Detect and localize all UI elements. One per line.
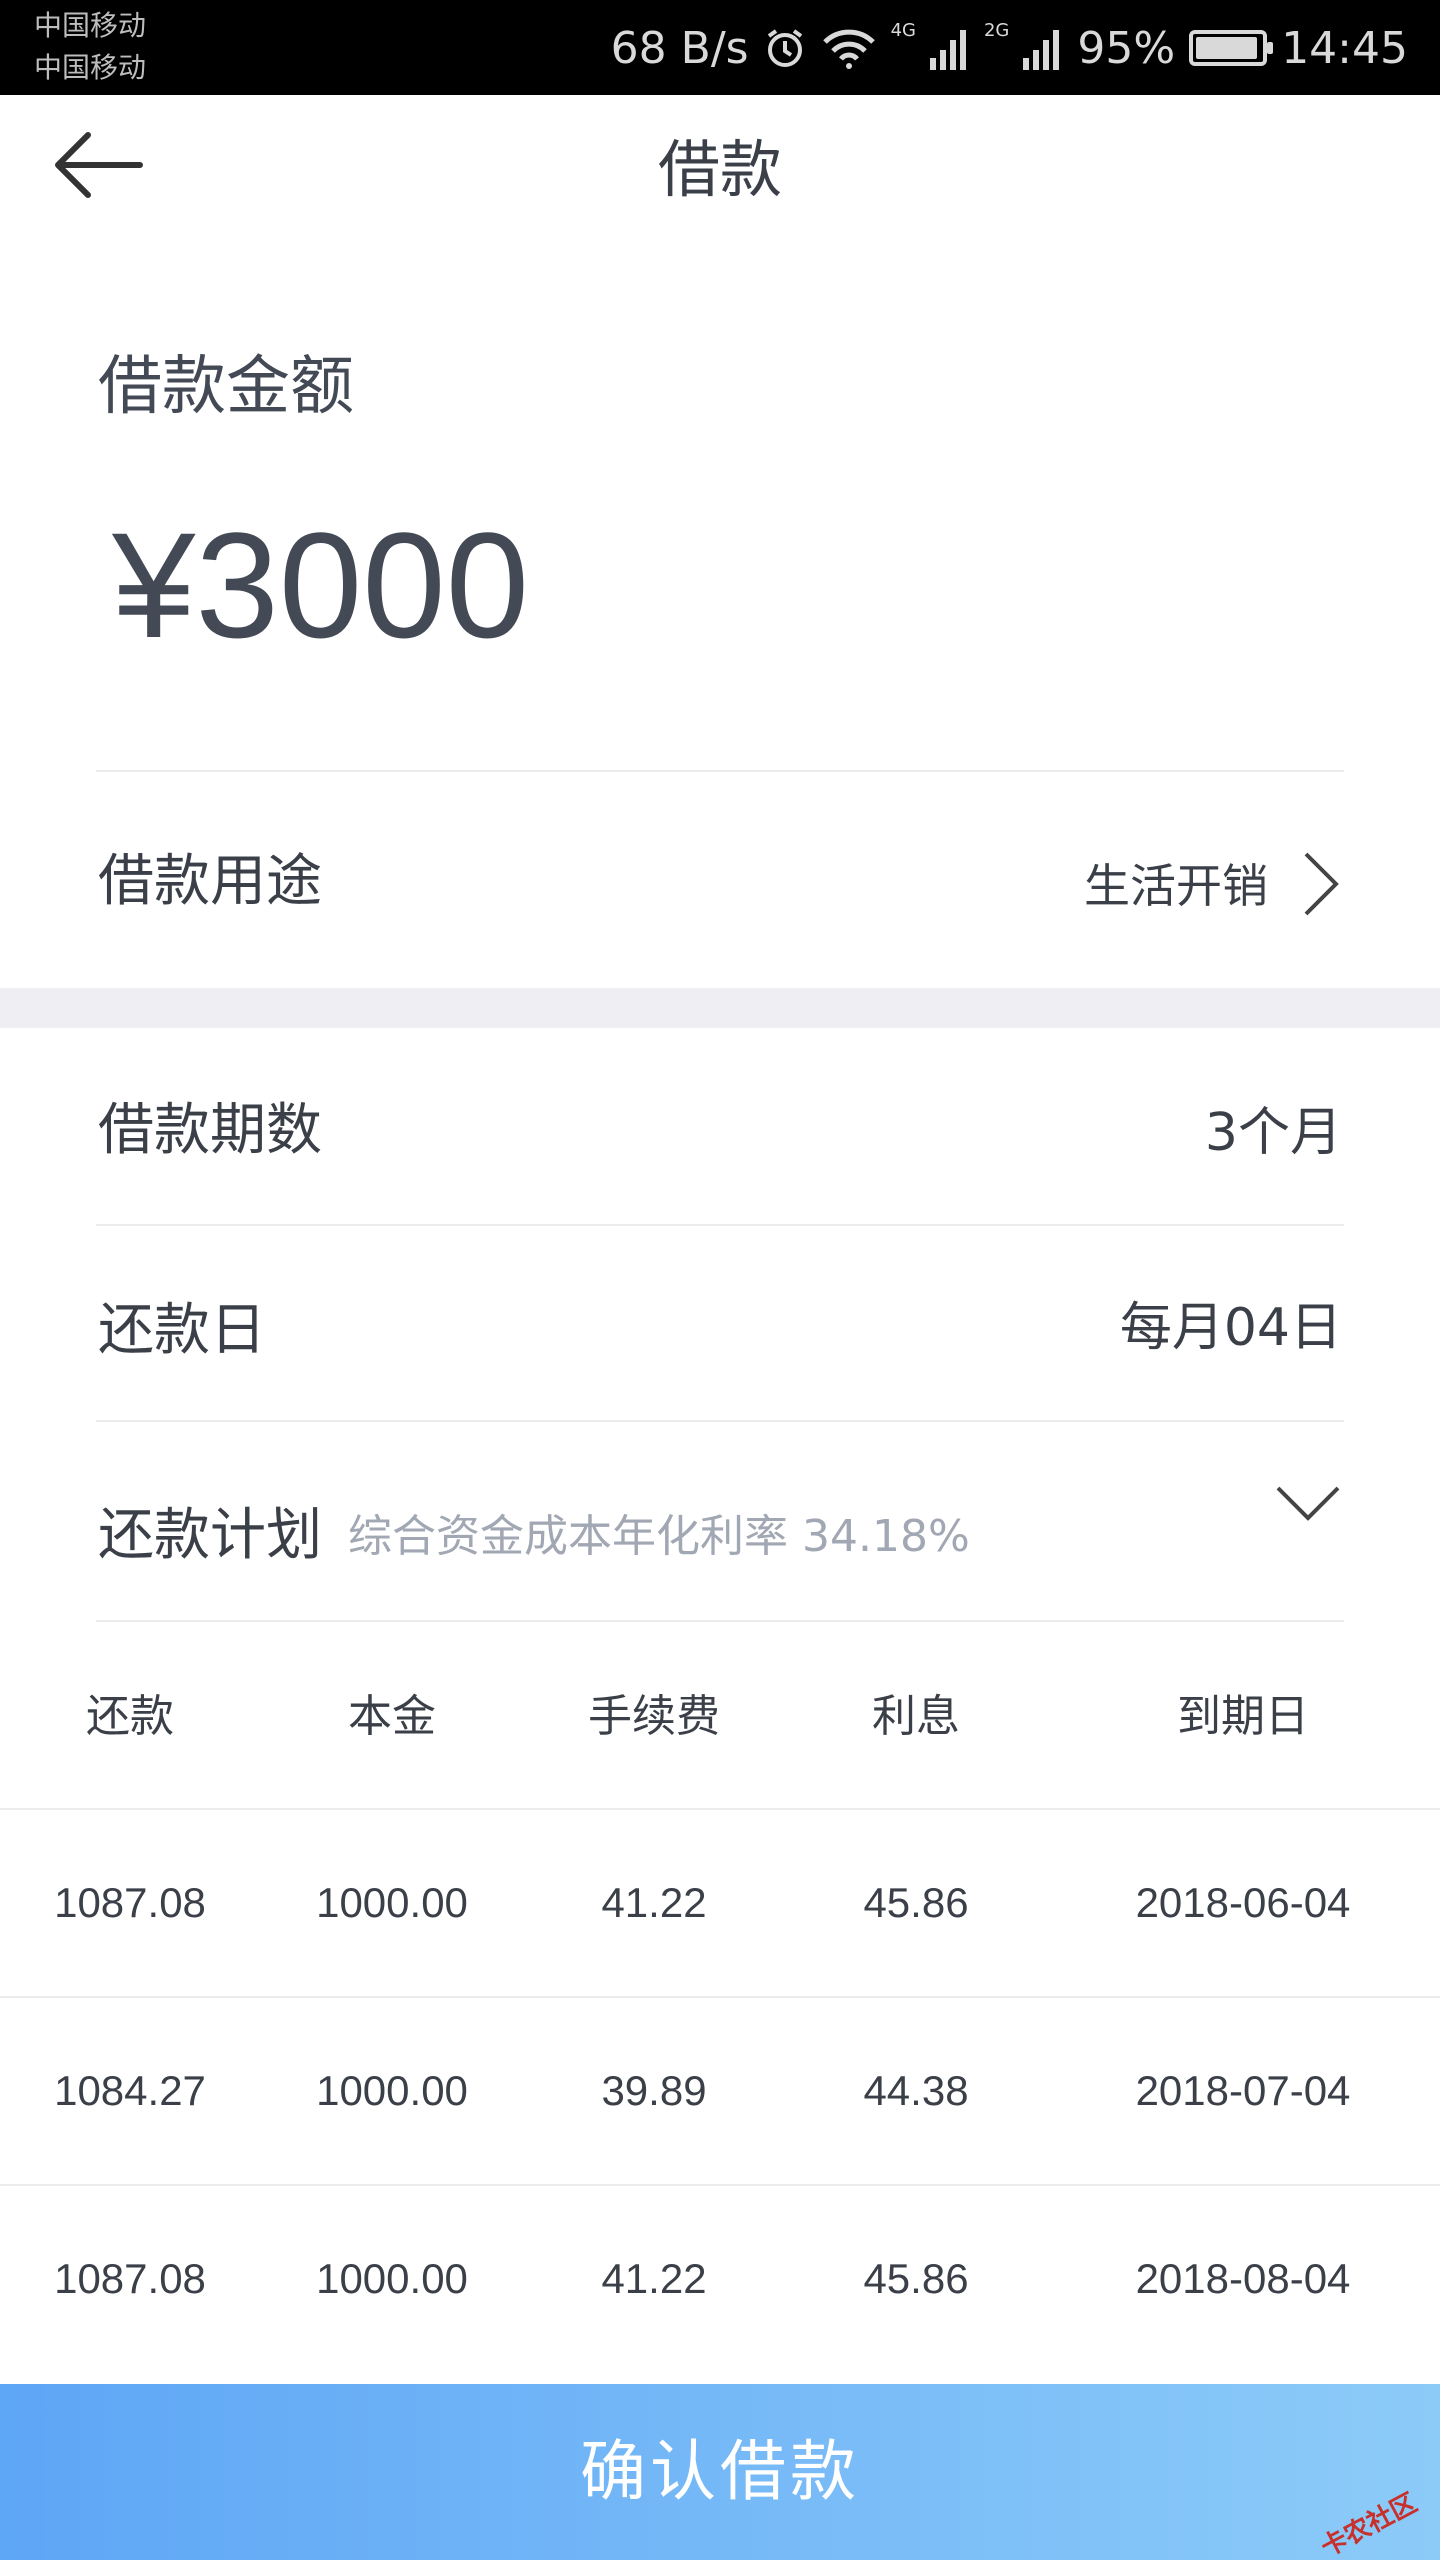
due-label: 还款日 xyxy=(98,1298,266,1363)
signal-icon-1 xyxy=(929,30,966,70)
cell-principal: 1000.00 xyxy=(316,1879,468,1926)
battery-icon xyxy=(1189,30,1274,66)
divider xyxy=(96,1420,1344,1422)
confirm-loan-button[interactable]: 确认借款 xyxy=(0,2384,1440,2560)
purpose-label: 借款用途 xyxy=(98,849,322,914)
column-header: 手续费 xyxy=(588,1691,720,1742)
amount-value: ¥3000 xyxy=(112,501,530,669)
cell-interest: 45.86 xyxy=(863,1879,969,1926)
carrier-label-2: 中国移动 xyxy=(34,51,147,84)
purpose-value: 生活开销 xyxy=(1084,859,1268,913)
plan-label: 还款计划 xyxy=(98,1503,322,1568)
column-header: 本金 xyxy=(348,1691,436,1742)
cell-due-date: 2018-07-04 xyxy=(1135,2067,1351,2114)
signal-icon-2 xyxy=(1023,30,1060,70)
network-type-1: 4G xyxy=(890,20,916,41)
repayment-table: 还款 本金 手续费 利息 到期日 1087.08 1000.00 41.22 4… xyxy=(0,1622,1440,2372)
cell-due-date: 2018-06-04 xyxy=(1135,1879,1351,1926)
column-header: 还款 xyxy=(86,1691,174,1742)
chevron-down-icon xyxy=(1276,1486,1340,1521)
table-header: 还款 本金 手续费 利息 到期日 xyxy=(0,1622,1440,1810)
column-header: 到期日 xyxy=(1177,1691,1309,1742)
divider xyxy=(96,770,1344,772)
alarm-icon xyxy=(767,29,802,67)
amount-label: 借款金额 xyxy=(98,350,354,424)
page-title: 借款 xyxy=(657,133,782,206)
cell-repayment: 1087.08 xyxy=(54,2255,206,2302)
cell-interest: 44.38 xyxy=(863,2067,969,2114)
network-type-2: 2G xyxy=(983,20,1010,41)
cell-principal: 1000.00 xyxy=(316,2067,468,2114)
divider xyxy=(96,1224,1344,1226)
table-row: 1087.08 1000.00 41.22 45.86 2018-08-04 xyxy=(0,2186,1440,2372)
network-speed: 68 B/s xyxy=(610,22,749,74)
table-row: 1084.27 1000.00 39.89 44.38 2018-07-04 xyxy=(0,1998,1440,2186)
wifi-icon xyxy=(822,29,875,69)
carrier-label-1: 中国移动 xyxy=(34,9,147,42)
due-value: 每月04日 xyxy=(1119,1298,1342,1358)
column-header: 利息 xyxy=(872,1691,960,1742)
plan-rate: 综合资金成本年化利率 34.18% xyxy=(348,1511,970,1562)
table-row: 1087.08 1000.00 41.22 45.86 2018-06-04 xyxy=(0,1810,1440,1998)
cell-repayment: 1087.08 xyxy=(54,1879,206,1926)
cell-due-date: 2018-08-04 xyxy=(1135,2255,1351,2302)
cell-fee: 39.89 xyxy=(601,2067,707,2114)
term-label: 借款期数 xyxy=(98,1098,322,1163)
chevron-right-icon xyxy=(1304,852,1339,916)
clock: 14:45 xyxy=(1281,22,1408,74)
nav-bar: 借款 xyxy=(0,95,1440,235)
status-bar: 中国移动 中国移动 68 B/s 4G 2G 95% 14:45 xyxy=(0,0,1440,95)
term-value: 3个月 xyxy=(1204,1103,1342,1163)
cell-fee: 41.22 xyxy=(601,2255,707,2302)
cell-fee: 41.22 xyxy=(601,1879,707,1926)
battery-percent: 95% xyxy=(1077,22,1176,74)
cell-principal: 1000.00 xyxy=(316,2255,468,2302)
section-separator xyxy=(0,988,1440,1028)
battery-fill xyxy=(1196,37,1257,59)
status-indicators: 68 B/s 4G 2G 95% 14:45 xyxy=(611,18,1408,78)
cell-interest: 45.86 xyxy=(863,2255,969,2302)
cell-repayment: 1084.27 xyxy=(54,2067,206,2114)
